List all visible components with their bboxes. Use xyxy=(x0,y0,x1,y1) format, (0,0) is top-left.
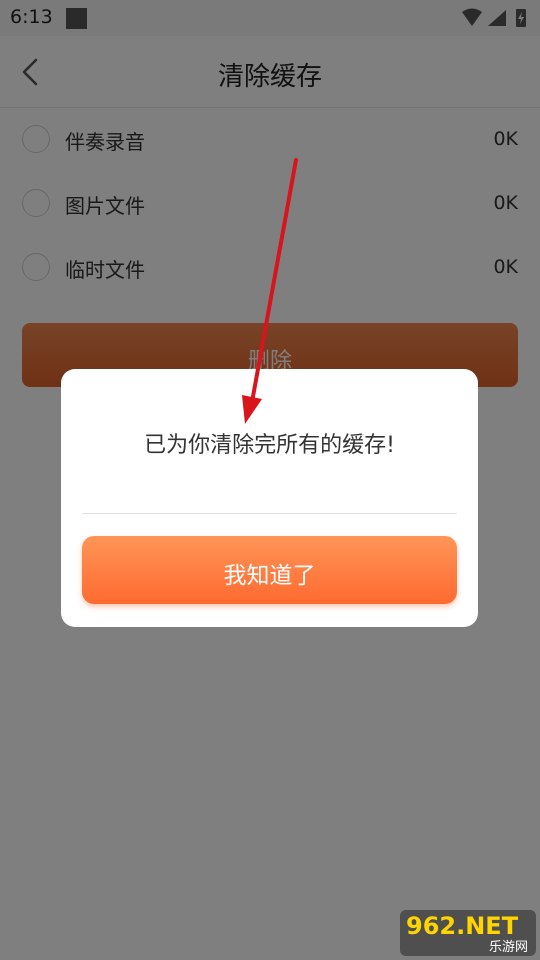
confirm-button[interactable]: 我知道了 xyxy=(82,536,457,604)
cache-cleared-dialog: 已为你清除完所有的缓存! 我知道了 xyxy=(61,369,478,627)
dialog-message: 已为你清除完所有的缓存! xyxy=(144,433,395,458)
confirm-button-label: 我知道了 xyxy=(223,563,316,589)
site-watermark: 962.NET 乐游网 xyxy=(400,910,536,956)
dialog-divider xyxy=(82,513,457,514)
watermark-subtitle: 乐游网 xyxy=(488,940,528,955)
